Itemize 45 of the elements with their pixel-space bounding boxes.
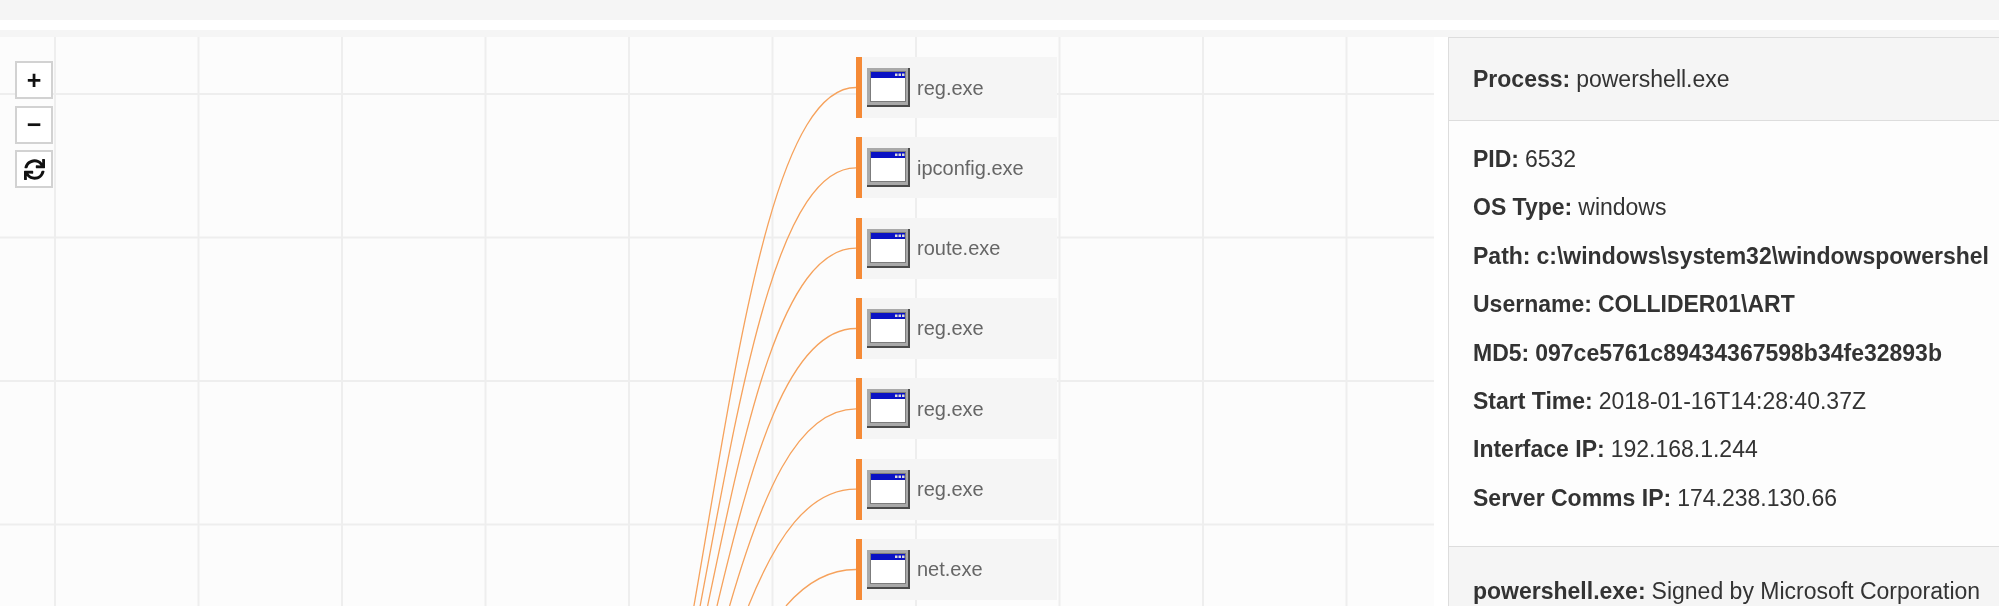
field-label: MD5: xyxy=(1473,338,1530,368)
field-label: Path: xyxy=(1473,241,1531,271)
field-label: Interface IP: xyxy=(1473,435,1605,465)
field-value: 097ce5761c89434367598b34fe32893b xyxy=(1535,338,1942,368)
refresh-icon xyxy=(23,158,45,180)
window-icon xyxy=(867,389,910,429)
field-label: Username: xyxy=(1473,290,1592,320)
window-icon xyxy=(867,469,910,509)
process-name: ipconfig.exe xyxy=(917,157,1024,178)
window-icon xyxy=(867,148,910,188)
signature-value: Signed by Microsoft Corporation xyxy=(1651,577,1981,606)
process-node[interactable]: net.exe xyxy=(856,538,1057,600)
field-value: 6532 xyxy=(1525,145,1577,174)
field-value: c:\windows\system32\windowspowershel xyxy=(1536,241,1989,271)
process-node[interactable]: reg.exe xyxy=(856,458,1057,520)
field-value: COLLIDER01\ART xyxy=(1597,290,1795,320)
field-label: Server Comms IP: xyxy=(1473,483,1672,513)
process-name: reg.exe xyxy=(917,398,984,419)
refresh-button[interactable] xyxy=(15,150,53,188)
zoom-out-button[interactable]: − xyxy=(15,105,53,144)
process-name: net.exe xyxy=(917,559,983,580)
field-value: windows xyxy=(1578,193,1667,223)
process-node[interactable]: route.exe xyxy=(856,217,1057,279)
zoom-in-button[interactable]: + xyxy=(15,61,53,99)
field-label: Start Time: xyxy=(1473,386,1593,416)
header-label: Process: xyxy=(1473,64,1571,94)
field-value: 2018-01-16T14:28:40.37Z xyxy=(1598,386,1866,416)
process-node[interactable]: reg.exe xyxy=(856,298,1057,359)
window-icon xyxy=(867,549,910,589)
process-name: reg.exe xyxy=(917,77,984,98)
process-name: reg.exe xyxy=(917,318,984,339)
process-node[interactable]: reg.exe xyxy=(856,378,1057,440)
process-name: route.exe xyxy=(917,238,1001,259)
process-name: reg.exe xyxy=(917,479,984,500)
field-label: PID: xyxy=(1473,145,1519,174)
signature-label: powershell.exe: xyxy=(1473,577,1646,606)
field-label: OS Type: xyxy=(1473,193,1573,223)
process-node[interactable]: reg.exe xyxy=(856,57,1057,118)
header-value: powershell.exe xyxy=(1576,64,1730,94)
window-icon xyxy=(867,309,910,348)
process-node[interactable]: ipconfig.exe xyxy=(856,137,1057,199)
field-value: 174.238.130.66 xyxy=(1677,483,1838,513)
window-icon xyxy=(867,228,910,268)
field-value: 192.168.1.244 xyxy=(1610,435,1758,465)
window-icon xyxy=(867,68,910,107)
